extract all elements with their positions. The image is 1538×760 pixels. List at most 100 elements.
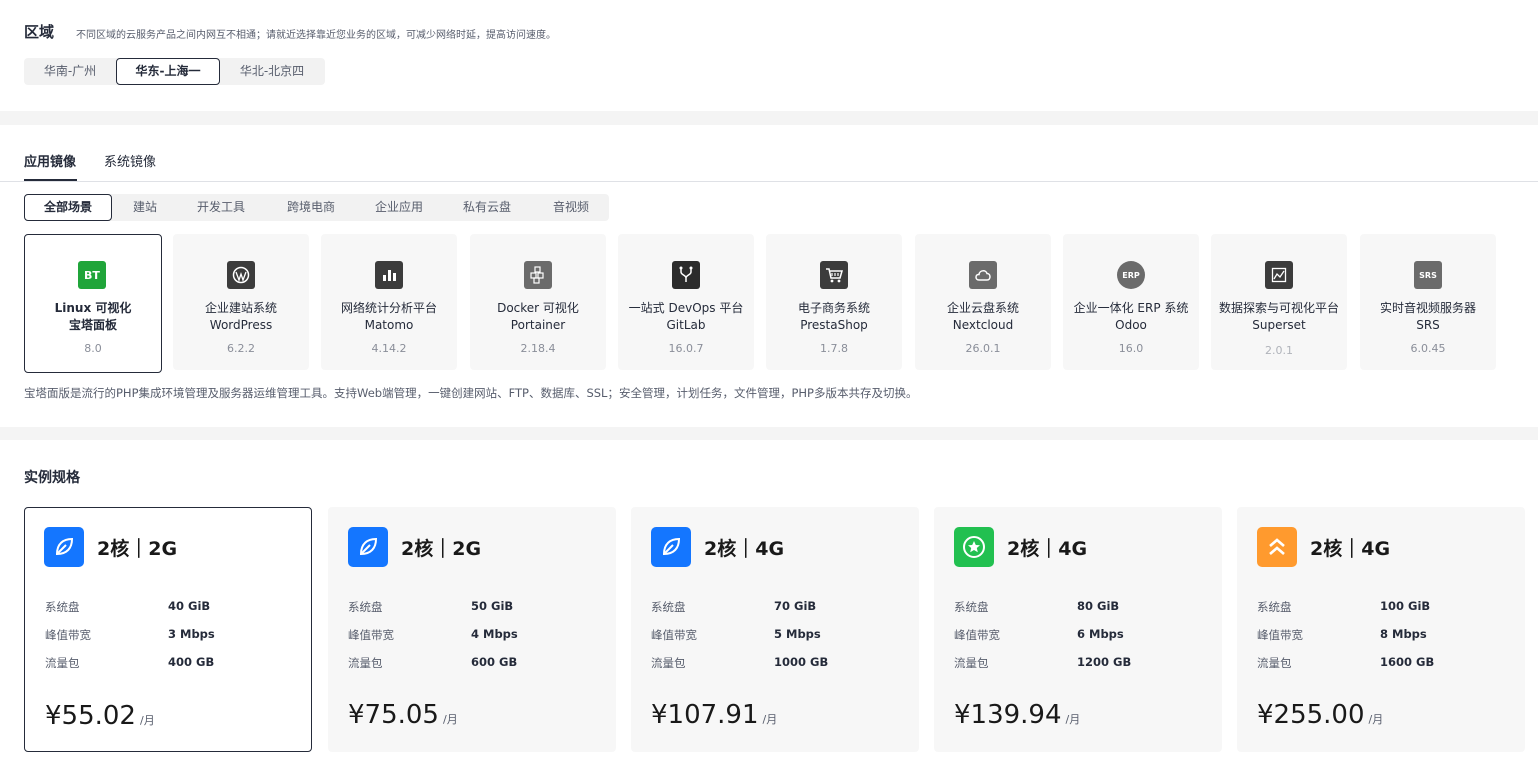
- region-option-beijing[interactable]: 华北-北京四: [220, 58, 324, 85]
- spec-value-bandwidth: 6 Mbps: [1077, 627, 1124, 641]
- image-card-title: Docker 可视化: [497, 301, 579, 315]
- star-icon: [954, 527, 994, 567]
- spec-price-value: ¥107.91: [651, 700, 759, 730]
- spec-price: ¥139.94/月: [954, 700, 1080, 730]
- image-card-subtitle: Portainer: [510, 318, 566, 332]
- region-section: 区域 不同区域的云服务产品之间内网互不相通；请就近选择靠近您业务的区域，可减少网…: [0, 0, 1538, 111]
- category-filter: 全部场景 建站 开发工具 跨境电商 企业应用 私有云盘 音视频: [24, 194, 609, 221]
- spec-value-traffic: 1200 GB: [1077, 655, 1132, 669]
- image-card-superset[interactable]: 数据探索与可视化平台 Superset 2.0.1: [1211, 234, 1347, 370]
- spec-price-value: ¥75.05: [348, 700, 439, 730]
- spec-price: ¥107.91/月: [651, 700, 777, 730]
- spec-label-traffic: 流量包: [651, 656, 686, 670]
- region-title: 区域: [24, 23, 55, 41]
- spec-price-value: ¥255.00: [1257, 700, 1365, 730]
- image-card-wordpress[interactable]: 企业建站系统 WordPress 6.2.2: [173, 234, 309, 370]
- spec-label-traffic: 流量包: [45, 656, 80, 670]
- tab-system-image[interactable]: 系统镜像: [104, 151, 156, 170]
- category-cloud-drive[interactable]: 私有云盘: [444, 194, 530, 221]
- image-card-gitlab[interactable]: 一站式 DevOps 平台 GitLab 16.0.7: [618, 234, 754, 370]
- spec-label-disk: 系统盘: [954, 600, 989, 614]
- spec-value-disk: 40 GiB: [168, 599, 211, 613]
- spec-value-disk: 80 GiB: [1077, 599, 1120, 613]
- spec-card[interactable]: 2核｜2G 系统盘 50 GiB 峰值带宽 4 Mbps 流量包 600 GB …: [328, 507, 616, 752]
- spec-price: ¥75.05/月: [348, 700, 458, 730]
- spec-label-disk: 系统盘: [45, 600, 80, 614]
- spec-price-unit: /月: [442, 713, 458, 726]
- image-card-subtitle: GitLab: [666, 318, 706, 332]
- image-card-subtitle: Superset: [1252, 318, 1306, 332]
- spec-card[interactable]: 2核｜2G 系统盘 40 GiB 峰值带宽 3 Mbps 流量包 400 GB …: [24, 507, 312, 752]
- image-card-version: 16.0.7: [668, 342, 704, 355]
- spec-card[interactable]: 2核｜4G 系统盘 70 GiB 峰值带宽 5 Mbps 流量包 1000 GB…: [631, 507, 919, 752]
- image-card-prestashop[interactable]: 电子商务系统 PrestaShop 1.7.8: [766, 234, 902, 370]
- cloud-icon: [969, 261, 997, 289]
- image-card-subtitle: WordPress: [209, 318, 273, 332]
- spec-price-unit: /月: [762, 713, 778, 726]
- section-divider: [0, 427, 1538, 440]
- region-description: 不同区域的云服务产品之间内网互不相通；请就近选择靠近您业务的区域，可减少网络时延…: [76, 30, 556, 41]
- spec-label-bandwidth: 峰值带宽: [45, 628, 91, 642]
- spec-value-bandwidth: 8 Mbps: [1380, 627, 1427, 641]
- spec-price-value: ¥139.94: [954, 700, 1062, 730]
- spec-price: ¥255.00/月: [1257, 700, 1383, 730]
- spec-label-bandwidth: 峰值带宽: [954, 628, 1000, 642]
- image-card-title: 实时音视频服务器: [1379, 301, 1476, 315]
- image-card-matomo[interactable]: 网络统计分析平台 Matomo 4.14.2: [321, 234, 457, 370]
- category-ecommerce[interactable]: 跨境电商: [268, 194, 354, 221]
- image-card-title: 一站式 DevOps 平台: [628, 301, 744, 315]
- spec-value-traffic: 1600 GB: [1380, 655, 1435, 669]
- spec-price-unit: /月: [1368, 713, 1384, 726]
- region-option-shanghai[interactable]: 华东-上海一: [116, 58, 220, 85]
- region-option-guangzhou[interactable]: 华南-广州: [24, 58, 116, 85]
- bt-panel-icon: BT: [78, 261, 106, 289]
- spec-value-bandwidth: 3 Mbps: [168, 627, 215, 641]
- image-card-subtitle: SRS: [1416, 318, 1440, 332]
- spec-label-traffic: 流量包: [348, 656, 383, 670]
- tabs-divider: [0, 181, 1538, 182]
- wordpress-icon: [227, 261, 255, 289]
- matomo-icon: [375, 261, 403, 289]
- cart-icon: [820, 261, 848, 289]
- image-card-subtitle: Odoo: [1115, 318, 1147, 332]
- image-card-nextcloud[interactable]: 企业云盘系统 Nextcloud 26.0.1: [915, 234, 1051, 370]
- image-card-title: 网络统计分析平台: [340, 301, 437, 315]
- spec-price-unit: /月: [139, 714, 155, 727]
- spec-card[interactable]: 2核｜4G 系统盘 100 GiB 峰值带宽 8 Mbps 流量包 1600 G…: [1237, 507, 1525, 752]
- tab-app-image[interactable]: 应用镜像: [24, 151, 76, 170]
- image-card-title: Linux 可视化: [54, 301, 132, 315]
- category-website[interactable]: 建站: [112, 194, 178, 221]
- spec-card-title: 2核｜4G: [1007, 538, 1088, 560]
- image-card-portainer[interactable]: Docker 可视化 Portainer 2.18.4: [470, 234, 606, 370]
- image-card-title: 企业云盘系统: [946, 301, 1019, 315]
- spec-price: ¥55.02/月: [45, 701, 155, 731]
- image-card-bt-panel[interactable]: BT Linux 可视化 宝塔面板 8.0: [24, 234, 162, 373]
- image-card-odoo[interactable]: ERP 企业一体化 ERP 系统 Odoo 16.0: [1063, 234, 1199, 370]
- category-av[interactable]: 音视频: [532, 194, 610, 221]
- image-card-version: 16.0: [1118, 342, 1144, 355]
- category-all[interactable]: 全部场景: [24, 194, 112, 221]
- spec-card[interactable]: 2核｜4G 系统盘 80 GiB 峰值带宽 6 Mbps 流量包 1200 GB…: [934, 507, 1222, 752]
- spec-label-traffic: 流量包: [954, 656, 989, 670]
- leaf-icon: [44, 527, 84, 567]
- image-card-version: 26.0.1: [965, 342, 1001, 355]
- spec-label-bandwidth: 峰值带宽: [1257, 628, 1303, 642]
- spec-value-traffic: 1000 GB: [774, 655, 829, 669]
- category-enterprise[interactable]: 企业应用: [356, 194, 442, 221]
- spec-value-traffic: 600 GB: [471, 655, 518, 669]
- image-card-subtitle: Nextcloud: [952, 318, 1014, 332]
- spec-value-disk: 70 GiB: [774, 599, 817, 613]
- image-card-srs[interactable]: SRS 实时音视频服务器 SRS 6.0.45: [1360, 234, 1496, 370]
- category-devtools[interactable]: 开发工具: [180, 194, 262, 221]
- image-section: 应用镜像 系统镜像 全部场景 建站 开发工具 跨境电商 企业应用 私有云盘 音视…: [0, 125, 1538, 427]
- image-card-version: 4.14.2: [371, 342, 407, 355]
- spec-card-title: 2核｜4G: [704, 538, 785, 560]
- image-card-subtitle: Matomo: [364, 318, 414, 332]
- spec-value-bandwidth: 4 Mbps: [471, 627, 518, 641]
- spec-price-unit: /月: [1065, 713, 1081, 726]
- spec-card-title: 2核｜2G: [401, 538, 482, 560]
- chart-icon: [1265, 261, 1293, 289]
- image-description: 宝塔面版是流行的PHP集成环境管理及服务器运维管理工具。支持Web端管理，一键创…: [24, 386, 918, 400]
- image-card-title: 企业一体化 ERP 系统: [1073, 301, 1189, 315]
- image-card-version: 6.0.45: [1410, 342, 1446, 355]
